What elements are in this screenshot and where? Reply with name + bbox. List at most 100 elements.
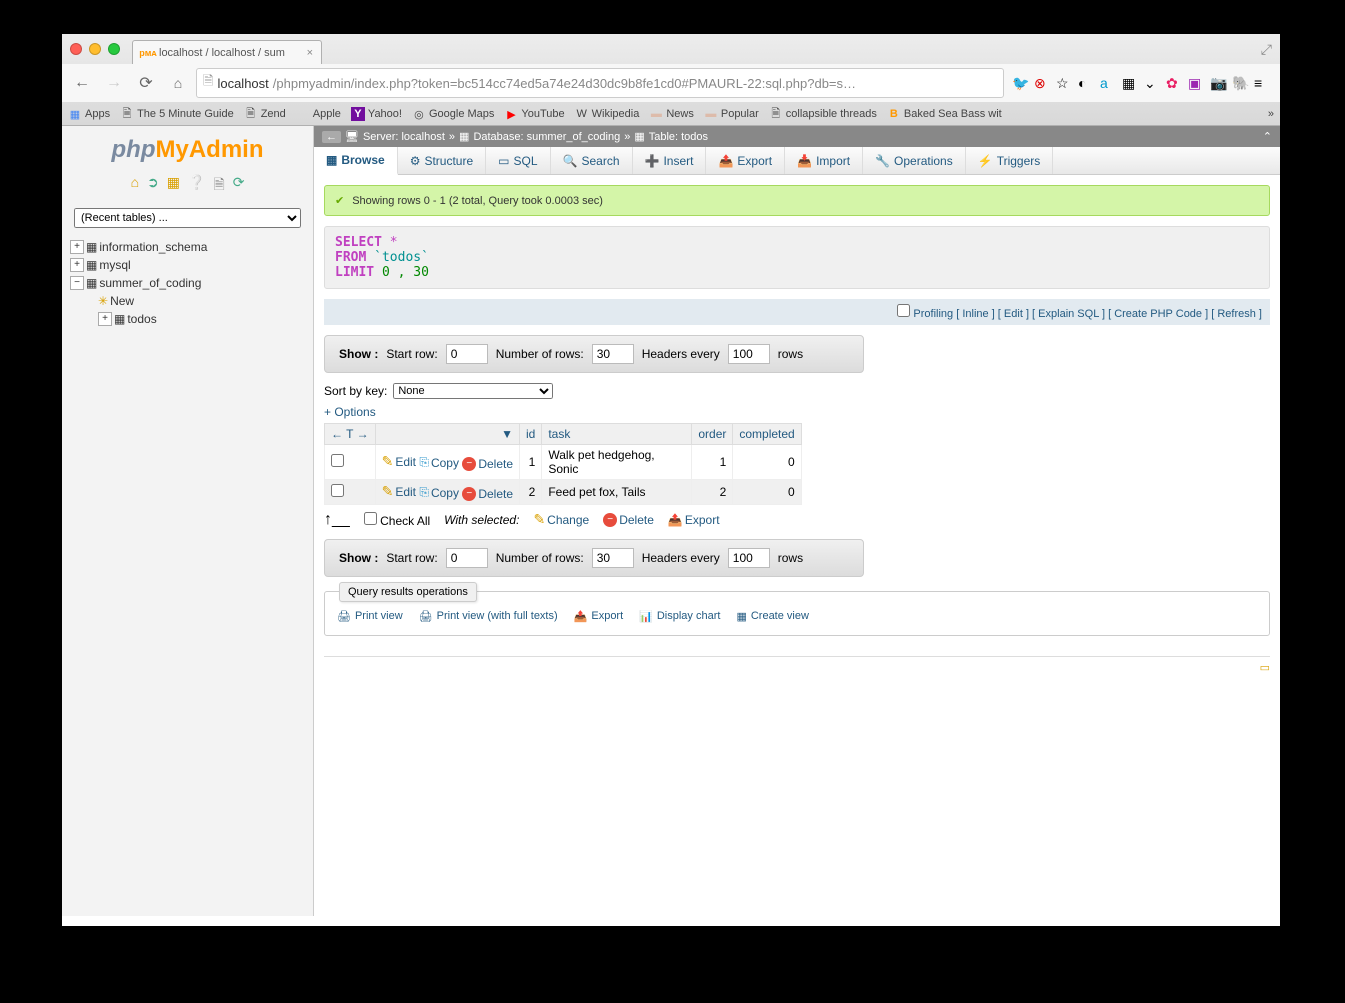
bookmark-1[interactable]: 🗎The 5 Minute Guide — [120, 107, 234, 121]
home-icon[interactable]: ⌂ — [131, 174, 139, 198]
evernote-icon[interactable]: 🐘 — [1232, 75, 1248, 91]
tab-insert[interactable]: ➕Insert — [633, 147, 707, 174]
tab-sql[interactable]: ▭SQL — [486, 147, 550, 174]
col-id[interactable]: id — [520, 424, 542, 445]
tab-triggers[interactable]: ⚡Triggers — [966, 147, 1054, 174]
createphp-link[interactable]: Create PHP Code — [1114, 308, 1202, 320]
footer-icon[interactable]: ▭ — [1260, 662, 1270, 674]
db-item-information-schema[interactable]: +▦information_schema — [70, 238, 313, 256]
tab-browse[interactable]: ▦Browse — [314, 147, 398, 175]
expand-icon[interactable]: + — [70, 258, 84, 272]
ext3-icon[interactable]: ▦ — [1122, 75, 1138, 91]
forward-button[interactable]: → — [100, 70, 128, 96]
bookmark-6[interactable]: ▶YouTube — [504, 107, 564, 121]
export-results-button[interactable]: 📤Export — [574, 610, 624, 623]
collapse-panel-icon[interactable]: ⌃ — [1263, 130, 1272, 143]
reload-icon[interactable]: ⟳ — [233, 174, 245, 198]
sort-select[interactable]: None — [393, 383, 553, 399]
minimize-window-icon[interactable] — [89, 43, 101, 55]
display-chart-button[interactable]: 📊Display chart — [639, 610, 720, 623]
logout-icon[interactable]: ➲ — [147, 174, 159, 198]
row-checkbox[interactable] — [331, 454, 344, 467]
bookmark-8[interactable]: ▬News — [649, 107, 694, 121]
options-link[interactable]: + Options — [324, 405, 1270, 419]
bookmark-2[interactable]: 🗎Zend — [244, 107, 286, 121]
col-order[interactable]: order — [692, 424, 733, 445]
bookmark-7[interactable]: WWikipedia — [575, 107, 640, 121]
docs-icon[interactable]: ❔ — [188, 174, 205, 198]
apps-bookmark[interactable]: ▦Apps — [68, 107, 110, 121]
expand-icon[interactable]: + — [70, 240, 84, 254]
profiling-checkbox[interactable] — [897, 304, 910, 317]
tab-operations[interactable]: 🔧Operations — [863, 147, 966, 174]
star-icon[interactable]: ☆ — [1056, 75, 1072, 91]
expand-icon[interactable]: + — [98, 312, 112, 326]
adblock-icon[interactable]: ⊗ — [1034, 75, 1050, 91]
delete-row-button[interactable]: −Delete — [462, 457, 513, 471]
delete-row-button[interactable]: −Delete — [462, 487, 513, 501]
settings-icon[interactable]: 🗎 — [213, 174, 224, 198]
col-arrows[interactable]: ← T → — [325, 424, 376, 445]
bookmark-5[interactable]: ◎Google Maps — [412, 107, 494, 121]
change-selected-button[interactable]: ✎Change — [533, 511, 589, 528]
bookmark-9[interactable]: ▬Popular — [704, 107, 759, 121]
bookmark-11[interactable]: BBaked Sea Bass wit — [887, 107, 1002, 121]
bookmark-3[interactable]: Apple — [296, 107, 341, 121]
num-rows-input-2[interactable] — [592, 548, 634, 568]
refresh-link[interactable]: Refresh — [1217, 308, 1256, 320]
create-view-button[interactable]: ▦Create view — [736, 610, 808, 623]
ext2-icon[interactable]: a — [1100, 75, 1116, 91]
start-row-input[interactable] — [446, 344, 488, 364]
reload-button[interactable]: ⟳ — [132, 70, 160, 96]
breadcrumb-db[interactable]: Database: summer_of_coding — [473, 131, 620, 143]
back-button[interactable]: ← — [68, 70, 96, 96]
tab-export[interactable]: 📤Export — [706, 147, 785, 174]
db-child-new[interactable]: ✳New — [70, 292, 313, 310]
row-checkbox[interactable] — [331, 484, 344, 497]
home-button[interactable]: ⌂ — [164, 70, 192, 96]
print-view-button[interactable]: 🖨Print view — [337, 610, 403, 623]
db-item-mysql[interactable]: +▦mysql — [70, 256, 313, 274]
close-window-icon[interactable] — [70, 43, 82, 55]
copy-row-button[interactable]: ⎘Copy — [419, 455, 459, 470]
col-sort[interactable]: ▼ — [375, 424, 519, 445]
tab-structure[interactable]: ⚙Structure — [398, 147, 486, 174]
pocket-icon[interactable]: ⌄ — [1144, 75, 1160, 91]
maximize-window-icon[interactable] — [108, 43, 120, 55]
headers-every-input[interactable] — [728, 344, 770, 364]
edit-row-button[interactable]: ✎Edit — [382, 453, 416, 470]
sql-icon[interactable]: ▦ — [167, 174, 180, 198]
breadcrumb-back-icon[interactable]: ← — [322, 131, 341, 143]
collapse-icon[interactable]: − — [70, 276, 84, 290]
start-row-input-2[interactable] — [446, 548, 488, 568]
camera-icon[interactable]: 📷 — [1210, 75, 1226, 91]
copy-row-button[interactable]: ⎘Copy — [419, 485, 459, 500]
expand-icon[interactable]: ⤢ — [1261, 41, 1272, 58]
db-child-todos[interactable]: +▦todos — [70, 310, 313, 328]
explain-link[interactable]: Explain SQL — [1038, 308, 1099, 320]
db-item-summer-of-coding[interactable]: −▦summer_of_coding — [70, 274, 313, 292]
breadcrumb-table[interactable]: Table: todos — [649, 131, 708, 143]
check-all-checkbox[interactable] — [364, 512, 377, 525]
headers-every-input-2[interactable] — [728, 548, 770, 568]
delete-selected-button[interactable]: −Delete — [603, 513, 654, 527]
ext5-icon[interactable]: ▣ — [1188, 75, 1204, 91]
bookmark-4[interactable]: YYahoo! — [351, 107, 402, 121]
bookmarks-overflow[interactable]: » — [1268, 108, 1274, 120]
edit-link[interactable]: Edit — [1004, 308, 1023, 320]
col-task[interactable]: task — [542, 424, 692, 445]
print-view-full-button[interactable]: 🖨Print view (with full texts) — [419, 610, 558, 623]
browser-tab[interactable]: pᴍᴀ localhost / localhost / sum × — [132, 40, 322, 64]
tab-search[interactable]: 🔍Search — [551, 147, 633, 174]
breadcrumb-server[interactable]: Server: localhost — [363, 131, 445, 143]
bookmark-10[interactable]: 🗎collapsible threads — [769, 107, 877, 121]
edit-row-button[interactable]: ✎Edit — [382, 483, 416, 500]
export-selected-button[interactable]: 📤Export — [668, 513, 720, 527]
num-rows-input[interactable] — [592, 344, 634, 364]
recent-tables-select[interactable]: (Recent tables) ... — [74, 208, 301, 228]
url-bar[interactable]: 🗎 localhost/phpmyadmin/index.php?token=b… — [196, 68, 1004, 98]
ext4-icon[interactable]: ✿ — [1166, 75, 1182, 91]
twitter-icon[interactable]: 🐦 — [1012, 75, 1028, 91]
col-completed[interactable]: completed — [733, 424, 801, 445]
tab-close-icon[interactable]: × — [307, 47, 313, 59]
